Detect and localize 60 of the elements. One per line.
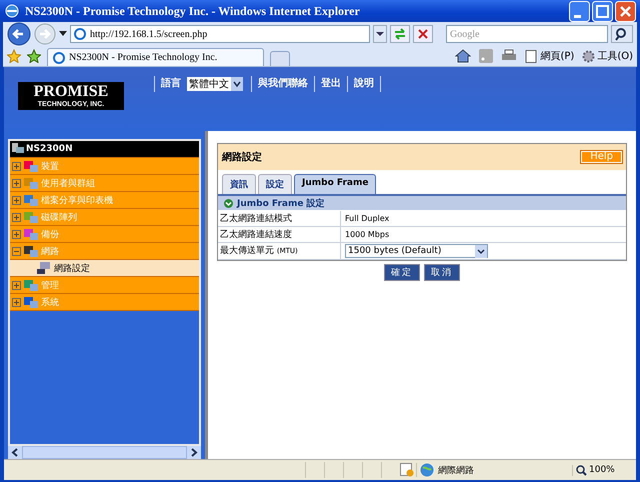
expand-icon[interactable] — [12, 162, 21, 170]
browser-tab[interactable]: NS2300N - Promise Technology Inc. — [47, 48, 264, 66]
stop-button[interactable] — [413, 25, 433, 43]
mtu-select[interactable]: 1500 bytes (Default) — [345, 244, 488, 258]
window-title: NS2300N - Promise Technology Inc. - Windows Internet Explorer — [25, 4, 361, 18]
category-icon — [23, 278, 39, 292]
collapse-icon[interactable] — [12, 246, 21, 256]
category-icon — [23, 295, 39, 309]
tab[interactable]: 資訊 — [222, 174, 256, 194]
expand-icon[interactable] — [12, 298, 21, 306]
globe-icon — [420, 463, 434, 477]
dropdown-button[interactable] — [373, 25, 387, 43]
zoom-icon — [576, 464, 587, 476]
star-icon[interactable] — [7, 49, 21, 63]
language-select[interactable]: 繁體中文 — [187, 77, 243, 91]
expand-icon[interactable] — [12, 212, 21, 222]
field-label: 乙太網路連結速度 — [218, 227, 341, 242]
zoom-control[interactable]: 100% — [572, 464, 636, 476]
category-icon — [23, 193, 39, 207]
nav-link[interactable]: 登出 — [314, 76, 347, 92]
category-icon — [23, 244, 39, 258]
expand-icon[interactable] — [12, 196, 21, 204]
field-value: 1000 Mbps — [345, 230, 390, 239]
field-value: Full Duplex — [345, 214, 390, 223]
field-label: 乙太網路連結模式 — [218, 211, 341, 226]
command-menu[interactable]: 網頁(P) — [525, 49, 574, 63]
expand-icon[interactable] — [12, 280, 21, 290]
category-icon — [23, 210, 39, 224]
tab[interactable]: 設定 — [258, 174, 292, 194]
collapse-icon[interactable] — [224, 198, 233, 208]
maximize-button[interactable] — [592, 0, 613, 22]
add-star-icon[interactable] — [27, 49, 41, 63]
panel-title: 網路設定 — [222, 150, 262, 164]
printer-icon[interactable] — [501, 49, 518, 63]
zone-label: 網際網路 — [438, 464, 474, 476]
scroll-left-button[interactable] — [8, 446, 22, 459]
tab[interactable]: Jumbo Frame — [294, 174, 376, 194]
tree-root[interactable]: NS2300N — [10, 141, 199, 158]
dropdown-arrow-icon[interactable] — [59, 31, 67, 37]
home-icon[interactable] — [455, 49, 472, 63]
nav-link[interactable]: 與我們聯絡 — [251, 76, 314, 92]
minimize-button[interactable] — [569, 0, 590, 22]
address-field[interactable]: http://192.168.1.5/screen.php — [70, 25, 370, 43]
section-header: Jumbo Frame 設定 — [218, 196, 626, 210]
back-button[interactable] — [7, 22, 31, 46]
nav-link[interactable]: 說明 — [347, 76, 381, 92]
command-menu[interactable]: 工具(O) — [582, 49, 633, 63]
tree-subitem[interactable]: 網路設定 — [10, 260, 199, 277]
search-field[interactable]: Google — [446, 25, 608, 43]
close-button[interactable] — [615, 0, 636, 22]
scroll-right-button[interactable] — [187, 446, 201, 459]
ok-button[interactable]: 確定 — [384, 264, 420, 281]
expand-icon[interactable] — [12, 178, 21, 188]
gear-icon — [582, 50, 596, 62]
search-button[interactable] — [611, 25, 633, 43]
category-icon — [23, 159, 39, 173]
category-icon — [23, 227, 39, 241]
category-icon — [23, 176, 39, 190]
expand-icon[interactable] — [12, 230, 21, 238]
cancel-button[interactable]: 取消 — [424, 264, 460, 281]
